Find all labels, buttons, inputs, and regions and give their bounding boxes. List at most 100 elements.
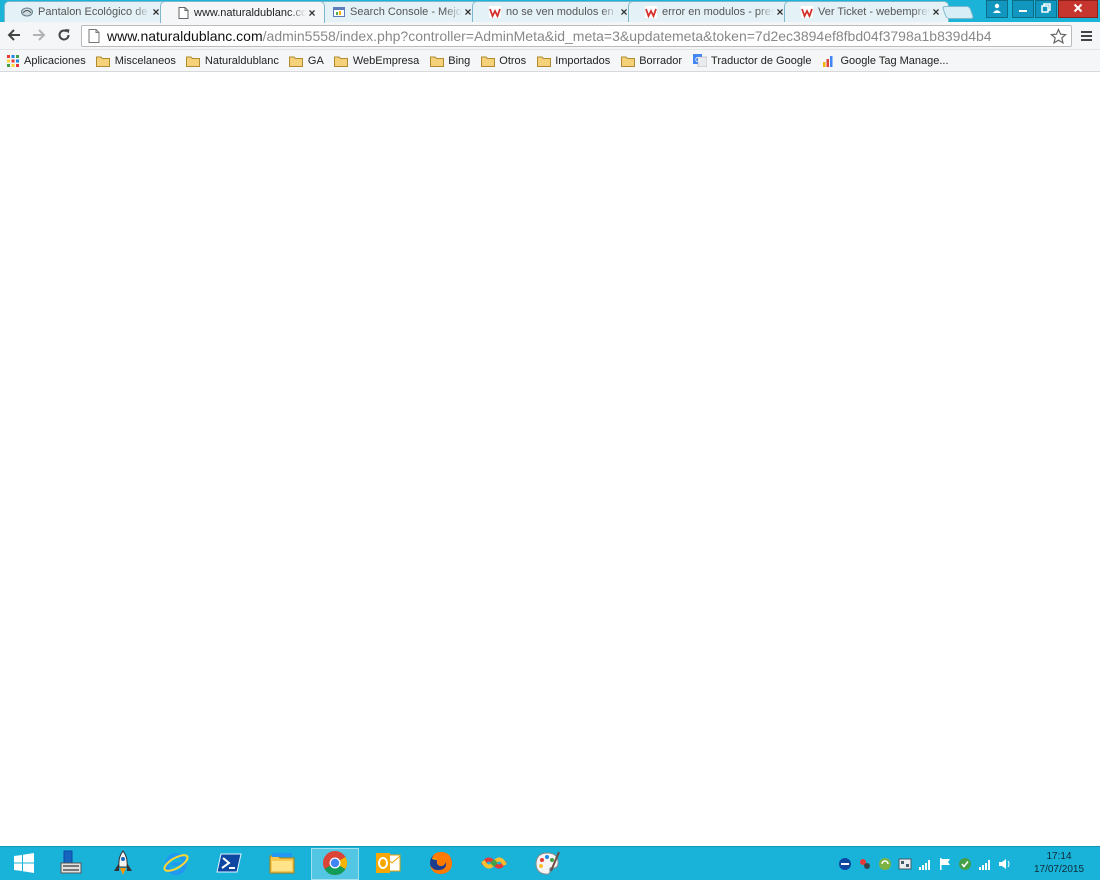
tab-title: Search Console - Mejora xyxy=(350,6,462,18)
bookmark-google-tag-manager[interactable]: Google Tag Manage... xyxy=(822,55,949,67)
bookmark-folder-otros[interactable]: Otros xyxy=(480,55,526,67)
paint-button[interactable] xyxy=(523,848,571,880)
search-console-icon xyxy=(333,6,345,18)
security-tray-icon[interactable] xyxy=(958,857,972,871)
bookmark-folder-importados[interactable]: Importados xyxy=(536,55,610,67)
firefox-icon xyxy=(427,849,455,880)
webempresa-icon xyxy=(489,6,501,18)
bookmark-star-icon[interactable] xyxy=(1049,28,1068,45)
bookmark-folder-bing[interactable]: Bing xyxy=(429,55,470,67)
bookmark-google-translate[interactable]: G Traductor de Google xyxy=(692,54,812,67)
rocket-icon xyxy=(109,849,137,880)
reload-icon xyxy=(57,28,71,45)
page-content-blank xyxy=(0,73,1100,846)
file-explorer-button[interactable] xyxy=(258,848,306,880)
paint-palette-icon xyxy=(533,849,561,880)
address-bar[interactable]: www.naturaldublanc.com/admin5558/index.p… xyxy=(81,25,1072,47)
edge-tray-icon[interactable] xyxy=(838,857,852,871)
outlook-button[interactable] xyxy=(364,848,412,880)
network-tray-icon[interactable] xyxy=(978,857,992,871)
bookmark-label: Bing xyxy=(448,54,471,67)
user-profile-button[interactable] xyxy=(986,0,1008,18)
minimize-button[interactable] xyxy=(1012,0,1034,18)
server-manager-icon xyxy=(56,849,84,880)
tab-title: Ver Ticket - webempresa xyxy=(818,6,930,18)
bookmark-label: Importados xyxy=(555,54,611,67)
volume-tray-icon[interactable] xyxy=(998,857,1012,871)
bookmark-aplicaciones[interactable]: Aplicaciones xyxy=(5,54,86,67)
google-translate-icon: G xyxy=(692,54,707,67)
arrow-right-icon xyxy=(32,28,46,45)
launcher-button[interactable] xyxy=(99,848,147,880)
tab-3[interactable]: no se ven modulos en p × xyxy=(472,1,637,22)
folder-icon xyxy=(186,55,201,67)
app-tray-icon[interactable] xyxy=(858,857,872,871)
url-path: /admin5558/index.php?controller=AdminMet… xyxy=(262,28,992,44)
prestashop-icon xyxy=(21,6,33,18)
reload-button[interactable] xyxy=(55,27,73,45)
tab-strip: Pantalon Ecológico de H × www.naturaldub… xyxy=(0,0,1100,23)
powershell-button[interactable] xyxy=(205,848,253,880)
internet-explorer-button[interactable] xyxy=(152,848,200,880)
page-icon xyxy=(177,6,189,19)
outlook-icon xyxy=(374,849,402,880)
flag-tray-icon[interactable] xyxy=(938,857,952,871)
chrome-menu-button[interactable] xyxy=(1079,28,1095,44)
url-text: www.naturaldublanc.com/admin5558/index.p… xyxy=(107,28,992,44)
bookmark-label: Traductor de Google xyxy=(711,54,812,67)
bookmark-folder-naturaldublanc[interactable]: Naturaldublanc xyxy=(186,55,279,67)
chrome-button[interactable] xyxy=(311,848,359,880)
bookmark-folder-borrador[interactable]: Borrador xyxy=(620,55,682,67)
forward-button[interactable] xyxy=(30,27,48,45)
taskbar-clock[interactable]: 17:14 17/07/2015 xyxy=(1027,850,1091,876)
url-host: www.naturaldublanc.com xyxy=(107,28,263,44)
bookmark-folder-webempresa[interactable]: WebEmpresa xyxy=(334,55,419,67)
tab-title: error en modulos - pres xyxy=(662,6,774,18)
tab-title: no se ven modulos en p xyxy=(506,6,618,18)
bookmark-folder-miscelaneos[interactable]: Miscelaneos xyxy=(96,55,176,67)
server-manager-button[interactable] xyxy=(46,848,94,880)
tab-2[interactable]: Search Console - Mejora × xyxy=(316,1,481,22)
bookmark-label: Aplicaciones xyxy=(24,54,86,67)
colorful-app-button[interactable] xyxy=(470,848,518,880)
clock-date: 17/07/2015 xyxy=(1033,864,1085,875)
svg-text:G: G xyxy=(695,56,700,64)
folder-icon xyxy=(96,55,111,67)
bookmark-label: WebEmpresa xyxy=(352,54,420,67)
restore-button[interactable] xyxy=(1035,0,1057,18)
close-icon[interactable]: × xyxy=(306,6,318,20)
new-tab-button[interactable] xyxy=(941,6,975,19)
file-explorer-icon xyxy=(268,849,296,880)
folder-icon xyxy=(536,55,551,67)
restore-icon xyxy=(1041,2,1051,16)
bookmark-label: GA xyxy=(307,54,324,67)
close-icon xyxy=(1073,3,1083,16)
folder-icon xyxy=(334,55,349,67)
bookmark-label: Otros xyxy=(499,54,527,67)
windows-taskbar: 17:14 17/07/2015 xyxy=(0,846,1100,880)
bookmark-label: Google Tag Manage... xyxy=(840,54,949,67)
bookmark-folder-ga[interactable]: GA xyxy=(289,55,324,67)
page-icon xyxy=(88,29,100,43)
back-button[interactable] xyxy=(5,27,23,45)
internet-explorer-icon xyxy=(162,849,190,880)
tab-4[interactable]: error en modulos - pres × xyxy=(628,1,793,22)
windows-logo-icon xyxy=(13,852,35,877)
hamburger-menu-icon xyxy=(1079,31,1095,47)
bookmark-label: Borrador xyxy=(639,54,683,67)
webempresa-icon xyxy=(801,6,813,18)
close-icon[interactable]: × xyxy=(930,5,942,19)
tab-0[interactable]: Pantalon Ecológico de H × xyxy=(4,1,169,22)
user-icon xyxy=(992,3,1002,16)
tab-5[interactable]: Ver Ticket - webempresa × xyxy=(784,1,949,22)
tab-title: www.naturaldublanc.com xyxy=(194,6,306,19)
signal-tray-icon[interactable] xyxy=(918,857,932,871)
close-window-button[interactable] xyxy=(1058,0,1098,18)
sync-tray-icon[interactable] xyxy=(878,857,892,871)
device-tray-icon[interactable] xyxy=(898,857,912,871)
firefox-button[interactable] xyxy=(417,848,465,880)
start-button[interactable] xyxy=(0,848,48,880)
tab-1[interactable]: www.naturaldublanc.com × xyxy=(160,1,325,23)
bookmark-label: Naturaldublanc xyxy=(204,54,279,67)
tab-title: Pantalon Ecológico de H xyxy=(38,6,150,18)
